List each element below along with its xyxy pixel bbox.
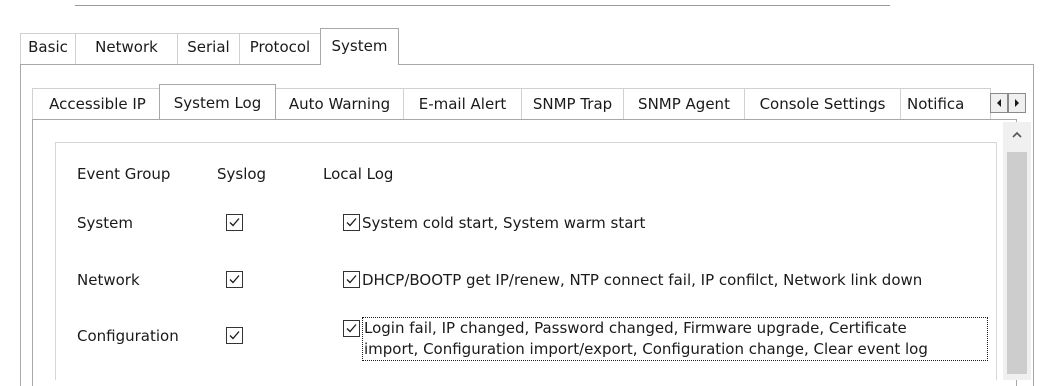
event-group-network: Network [77,271,140,289]
tab-network[interactable]: Network [75,33,178,64]
events-system: System cold start, System warm start [362,214,646,232]
locallog-checkbox-network[interactable] [343,271,360,288]
tab-auto-warning[interactable]: Auto Warning [275,88,404,119]
tab-label: System Log [173,94,262,112]
events-configuration-line2: import, Configuration import/export, Con… [364,340,928,358]
tab-label: Console Settings [759,95,886,113]
checkmark-icon [346,218,357,227]
tab-label: Protocol [249,38,311,56]
event-group-system: System [77,214,133,232]
scrollbar-thumb[interactable] [1007,152,1027,374]
checkmark-icon [346,324,357,333]
tab-label: Network [95,38,158,56]
tab-label: Accessible IP [49,95,146,113]
tab-scroll-left-button[interactable] [990,93,1008,113]
tab-email-alert[interactable]: E-mail Alert [403,88,522,119]
tab-notification[interactable]: Notifica [900,88,991,119]
events-network: DHCP/BOOTP get IP/renew, NTP connect fai… [362,271,923,289]
tab-system-log[interactable]: System Log [159,84,276,119]
header-syslog: Syslog [217,165,267,183]
tab-snmp-trap[interactable]: SNMP Trap [521,88,624,119]
tab-label: Auto Warning [288,95,391,113]
locallog-checkbox-configuration[interactable] [343,320,360,337]
checkmark-icon [229,218,240,227]
tab-console-settings[interactable]: Console Settings [744,88,901,119]
triangle-right-icon [1015,99,1019,107]
chevron-up-icon[interactable] [1010,130,1024,140]
tab-label: SNMP Trap [532,95,613,113]
syslog-checkbox-system[interactable] [226,214,243,231]
tab-snmp-agent[interactable]: SNMP Agent [623,88,745,119]
tab-label: Notifica [907,95,965,113]
tab-scroll-right-button[interactable] [1008,93,1026,113]
top-divider [75,5,890,6]
vertical-scrollbar[interactable] [1003,122,1031,380]
tab-label: SNMP Agent [638,95,730,113]
header-event-group: Event Group [77,165,171,183]
header-local-log: Local Log [323,165,394,183]
syslog-checkbox-configuration[interactable] [226,327,243,344]
tab-serial[interactable]: Serial [177,33,240,64]
locallog-checkbox-system[interactable] [343,214,360,231]
checkmark-icon [346,275,357,284]
tab-accessible-ip[interactable]: Accessible IP [32,88,163,119]
events-configuration-line1: Login fail, IP changed, Password changed… [364,319,907,337]
tab-system[interactable]: System [320,28,399,65]
tab-label: Basic [28,38,68,56]
syslog-checkbox-network[interactable] [226,271,243,288]
tab-protocol[interactable]: Protocol [239,33,321,64]
triangle-left-icon [997,99,1001,107]
tab-basic[interactable]: Basic [20,33,76,64]
checkmark-icon [229,275,240,284]
tab-label: System [331,37,388,55]
system-log-settings-window: Basic Network Serial Protocol System Acc… [0,0,1044,386]
event-group-configuration: Configuration [77,327,179,345]
checkmark-icon [229,331,240,340]
tab-label: E-mail Alert [418,95,507,113]
tab-label: Serial [187,38,230,56]
